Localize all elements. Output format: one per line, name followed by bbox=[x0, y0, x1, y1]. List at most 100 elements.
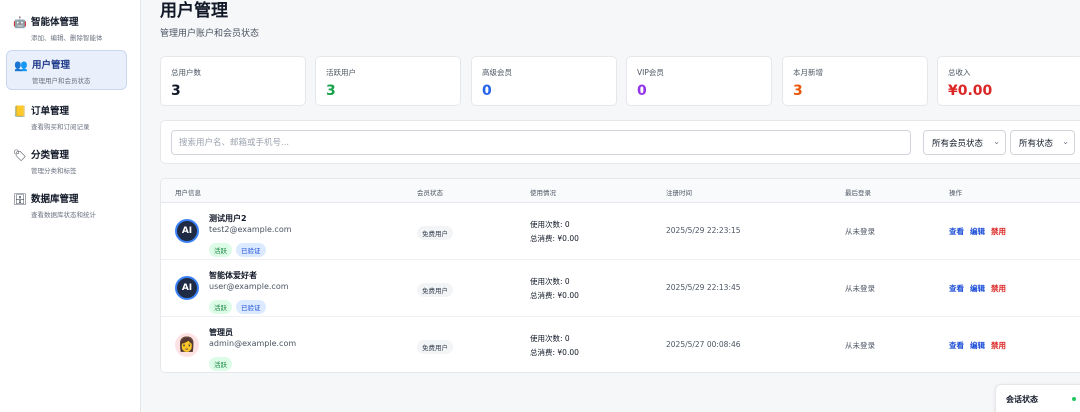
user-badges: 活跃 bbox=[209, 352, 236, 371]
user-name: 测试用户2 bbox=[209, 214, 247, 223]
stat-label: VIP会员 bbox=[637, 68, 664, 77]
user-badges: 活跃 已验证 bbox=[209, 295, 270, 314]
registration-time: 2025/5/27 00:08:46 bbox=[666, 340, 741, 349]
ai-avatar-icon: AI bbox=[175, 276, 199, 300]
sidebar-item-description: 管理用户和会员状态 bbox=[32, 77, 91, 85]
sidebar-item-categories[interactable]: 🏷 分类管理 管理分类和标签 bbox=[6, 141, 127, 181]
admin-avatar-icon: 👩 bbox=[175, 333, 199, 357]
stat-card-active-users: 活跃用户 3 bbox=[315, 56, 461, 106]
stat-card-total-revenue: 总收入 ¥0.00 bbox=[937, 56, 1080, 106]
view-button[interactable]: 查看 bbox=[949, 340, 964, 351]
registration-time: 2025/5/29 22:23:15 bbox=[666, 226, 741, 235]
sidebar-item-description: 添加、编辑、删除智能体 bbox=[31, 34, 103, 42]
stat-label: 活跃用户 bbox=[326, 68, 356, 77]
ai-avatar-icon: AI bbox=[175, 219, 199, 243]
sidebar-item-users[interactable]: 👥 用户管理 管理用户和会员状态 bbox=[6, 50, 127, 90]
ledger-icon: 📒 bbox=[13, 105, 27, 118]
total-spent: 总消费: ¥0.00 bbox=[530, 348, 579, 357]
sidebar-item-agents[interactable]: 🤖 智能体管理 添加、编辑、删除智能体 bbox=[6, 8, 127, 48]
session-status-panel[interactable]: 会话状态 bbox=[995, 384, 1080, 412]
sidebar-item-description: 查看购买和订阅记录 bbox=[31, 123, 90, 131]
table-row: AI 测试用户2 test2@example.com 活跃 已验证 免费用户 使用… bbox=[161, 203, 1080, 260]
stat-card-total-users: 总用户数 3 bbox=[160, 56, 306, 106]
total-spent: 总消费: ¥0.00 bbox=[530, 291, 579, 300]
active-badge: 活跃 bbox=[209, 300, 232, 314]
database-icon: 🗄 bbox=[13, 193, 27, 206]
view-button[interactable]: 查看 bbox=[949, 283, 964, 294]
sidebar-item-database[interactable]: 🗄 数据库管理 查看数据库状态和统计 bbox=[6, 185, 127, 225]
stat-value: 3 bbox=[171, 83, 181, 99]
stat-card-new-this-month: 本月新增 3 bbox=[782, 56, 928, 106]
sidebar-item-orders[interactable]: 📒 订单管理 查看购买和订阅记录 bbox=[6, 97, 127, 137]
stat-value: 3 bbox=[326, 83, 336, 99]
usage-count: 使用次数: 0 bbox=[530, 220, 570, 229]
member-status-select[interactable]: 所有会员状态 ⌄ bbox=[923, 130, 1006, 155]
status-select[interactable]: 所有状态 ⌄ bbox=[1010, 130, 1075, 155]
edit-button[interactable]: 编辑 bbox=[970, 226, 985, 237]
usage-count: 使用次数: 0 bbox=[530, 334, 570, 343]
stat-value: 0 bbox=[482, 83, 492, 99]
last-login: 从未登录 bbox=[845, 284, 875, 293]
page-subtitle: 管理用户账户和会员状态 bbox=[160, 29, 260, 39]
users-table: 用户信息 会员状态 使用情况 注册时间 最后登录 操作 AI 测试用户2 tes… bbox=[160, 178, 1080, 373]
column-header: 注册时间 bbox=[666, 189, 692, 197]
chevron-down-icon: ⌄ bbox=[993, 137, 1000, 146]
disable-button[interactable]: 禁用 bbox=[991, 283, 1006, 294]
total-spent: 总消费: ¥0.00 bbox=[530, 234, 579, 243]
chevron-down-icon: ⌄ bbox=[1062, 137, 1069, 146]
stat-value: ¥0.00 bbox=[948, 83, 993, 99]
stat-card-premium-members: 高级会员 0 bbox=[471, 56, 617, 106]
sidebar-item-label: 数据库管理 bbox=[31, 194, 79, 205]
user-name: 智能体爱好者 bbox=[209, 271, 257, 280]
stat-label: 本月新增 bbox=[793, 68, 823, 77]
column-header: 操作 bbox=[949, 189, 962, 197]
page-title: 用户管理 bbox=[160, 1, 228, 21]
last-login: 从未登录 bbox=[845, 341, 875, 350]
sidebar-item-label: 订单管理 bbox=[31, 106, 70, 117]
select-value: 所有状态 bbox=[1019, 139, 1054, 149]
select-value: 所有会员状态 bbox=[932, 139, 984, 149]
usage-count: 使用次数: 0 bbox=[530, 277, 570, 286]
view-button[interactable]: 查看 bbox=[949, 226, 964, 237]
stat-card-vip-members: VIP会员 0 bbox=[626, 56, 772, 106]
column-header: 使用情况 bbox=[530, 189, 556, 197]
filter-bar: 所有会员状态 ⌄ 所有状态 ⌄ bbox=[160, 120, 1080, 164]
stat-label: 总收入 bbox=[948, 68, 971, 77]
session-status-title: 会话状态 bbox=[1006, 395, 1038, 404]
user-name: 管理员 bbox=[209, 328, 233, 337]
active-badge: 活跃 bbox=[209, 243, 232, 257]
status-dot-icon bbox=[1072, 397, 1076, 401]
last-login: 从未登录 bbox=[845, 227, 875, 236]
sidebar-item-description: 管理分类和标签 bbox=[31, 167, 77, 175]
column-header: 会员状态 bbox=[417, 189, 443, 197]
member-status-badge: 免费用户 bbox=[417, 283, 453, 297]
user-email: admin@example.com bbox=[209, 339, 297, 348]
disable-button[interactable]: 禁用 bbox=[991, 340, 1006, 351]
search-input[interactable] bbox=[171, 130, 911, 155]
column-header: 用户信息 bbox=[175, 189, 201, 197]
column-header: 最后登录 bbox=[845, 189, 871, 197]
main-content: 用户管理 管理用户账户和会员状态 总用户数 3 活跃用户 3 高级会员 0 VI… bbox=[141, 0, 1080, 412]
disable-button[interactable]: 禁用 bbox=[991, 226, 1006, 237]
sidebar-item-label: 用户管理 bbox=[32, 60, 71, 71]
sidebar-item-label: 分类管理 bbox=[31, 150, 70, 161]
table-row: AI 智能体爱好者 user@example.com 活跃 已验证 免费用户 使用… bbox=[161, 260, 1080, 317]
table-header: 用户信息 会员状态 使用情况 注册时间 最后登录 操作 bbox=[161, 179, 1080, 203]
sidebar-item-label: 智能体管理 bbox=[31, 17, 79, 28]
verified-badge: 已验证 bbox=[236, 243, 266, 257]
registration-time: 2025/5/29 22:13:45 bbox=[666, 283, 741, 292]
robot-icon: 🤖 bbox=[13, 16, 27, 29]
user-email: test2@example.com bbox=[209, 225, 292, 234]
tag-icon: 🏷 bbox=[13, 149, 27, 162]
verified-badge: 已验证 bbox=[236, 300, 266, 314]
user-email: user@example.com bbox=[209, 282, 289, 291]
stat-label: 总用户数 bbox=[171, 68, 201, 77]
edit-button[interactable]: 编辑 bbox=[970, 283, 985, 294]
users-icon: 👥 bbox=[14, 59, 28, 72]
user-badges: 活跃 已验证 bbox=[209, 238, 270, 257]
stat-value: 0 bbox=[637, 83, 647, 99]
member-status-badge: 免费用户 bbox=[417, 340, 453, 354]
edit-button[interactable]: 编辑 bbox=[970, 340, 985, 351]
active-badge: 活跃 bbox=[209, 357, 232, 371]
sidebar: 🤖 智能体管理 添加、编辑、删除智能体 👥 用户管理 管理用户和会员状态 📒 订… bbox=[0, 0, 141, 412]
